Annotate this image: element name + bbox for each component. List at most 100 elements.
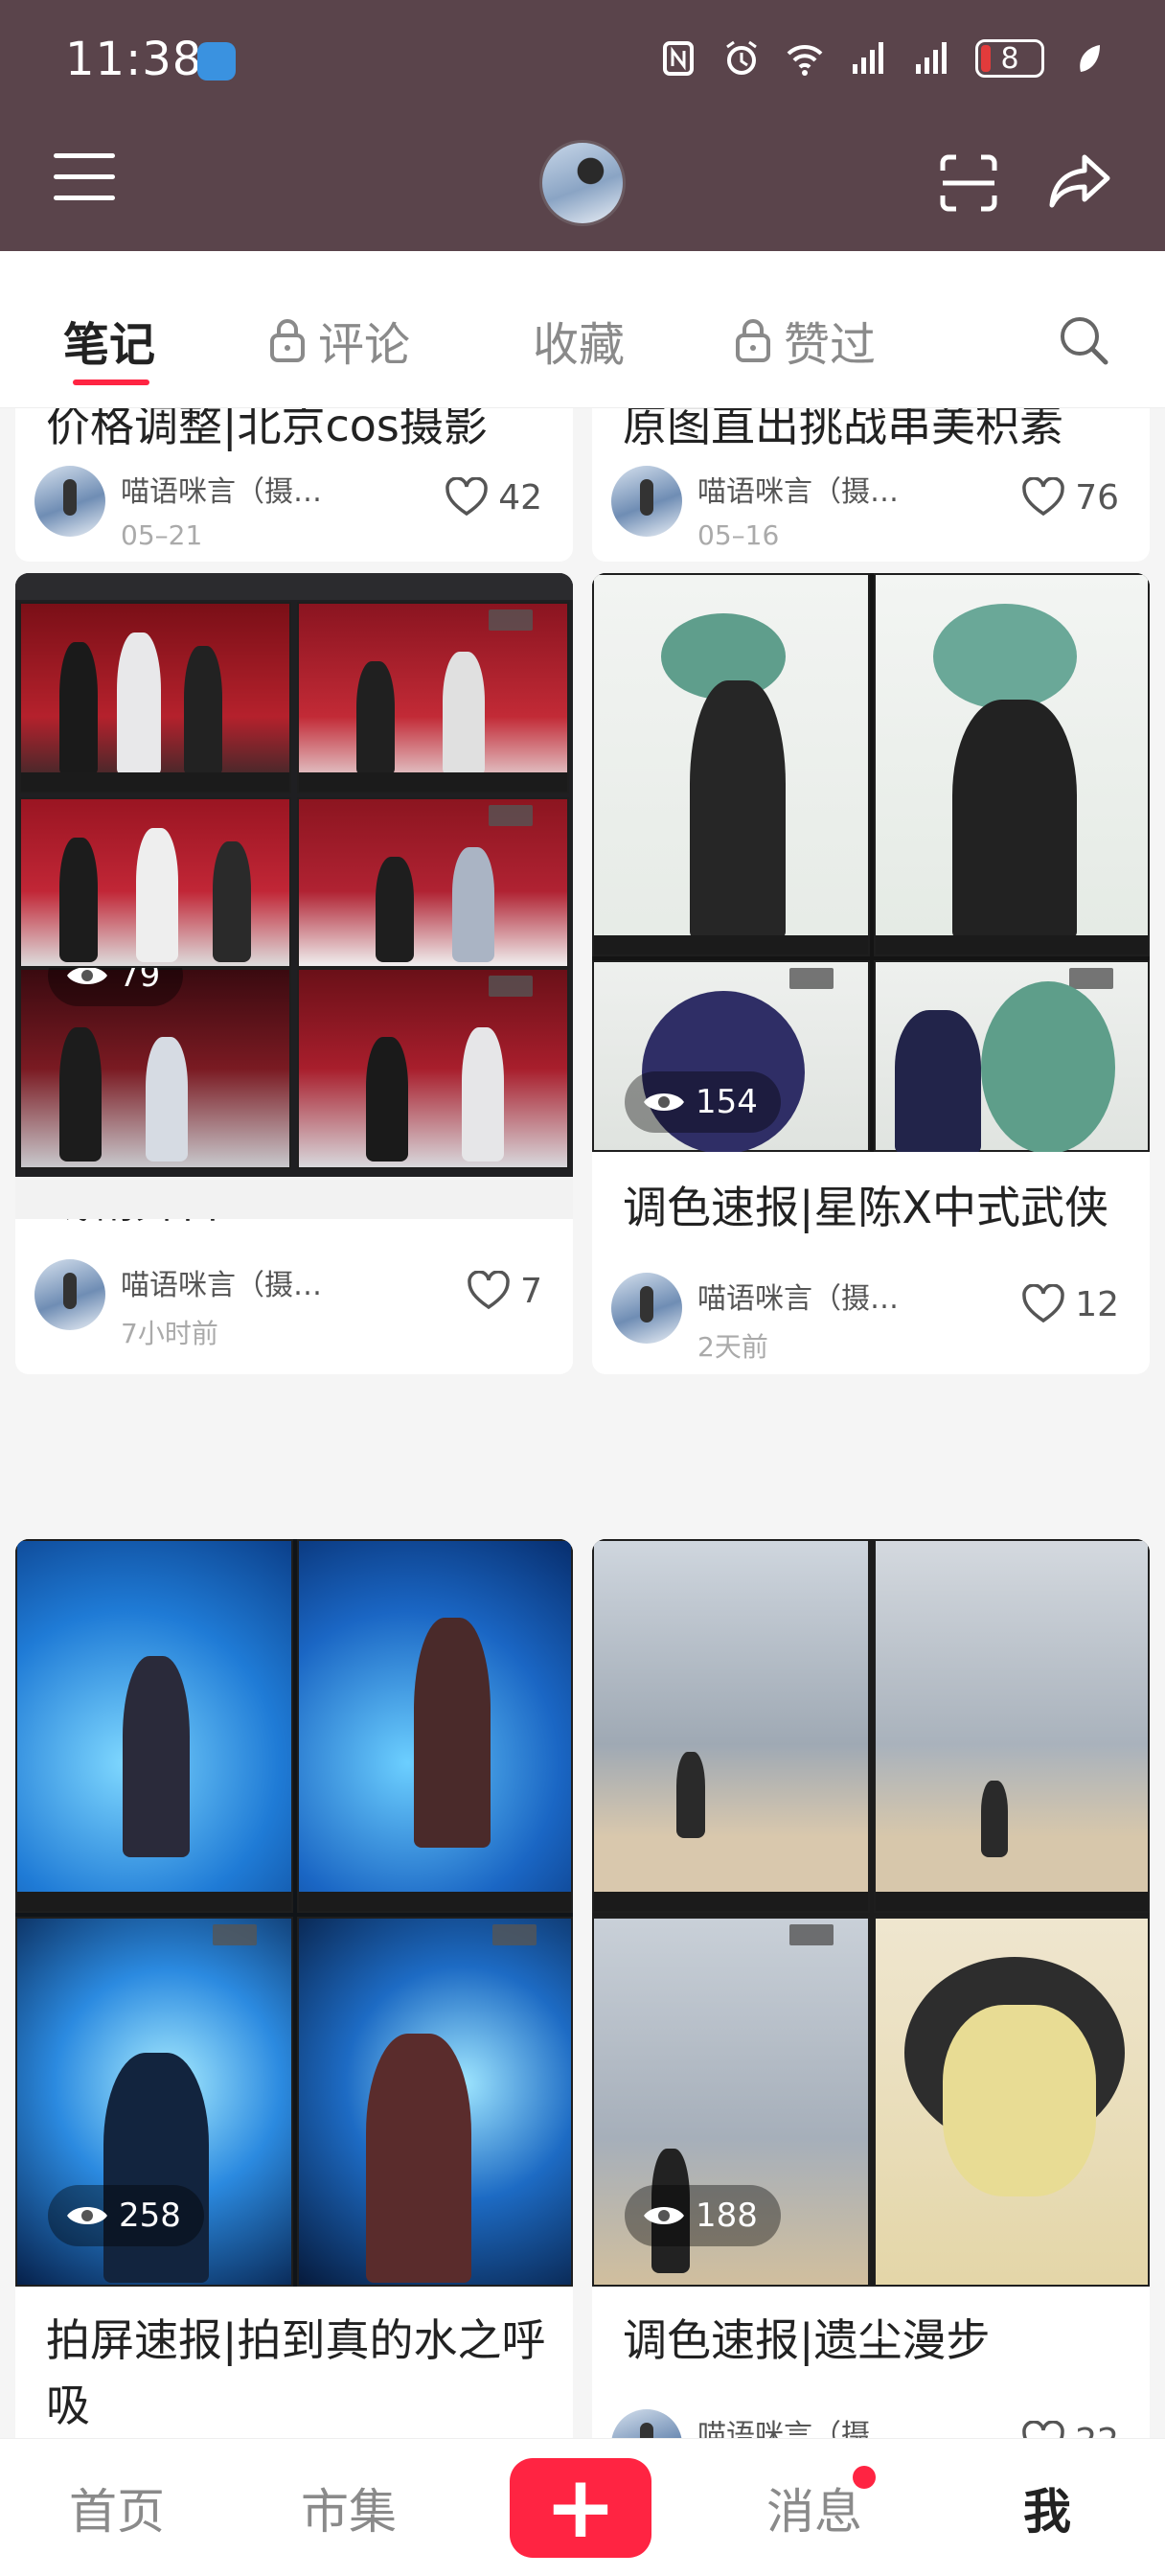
heart-icon <box>1022 477 1064 517</box>
note-card[interactable]: 188 调色速报|遗尘漫步 喵语咪言（摄… 22 <box>592 1539 1150 2438</box>
header-avatar[interactable] <box>539 140 626 226</box>
eye-icon <box>644 1093 684 1111</box>
heart-icon <box>468 1271 510 1310</box>
author-name: 喵语咪言（摄… <box>697 1282 899 1316</box>
eye-icon <box>67 968 107 984</box>
note-author[interactable]: 喵语咪言（摄… 05–16 <box>611 466 899 551</box>
message-badge <box>853 2466 876 2489</box>
note-card-cover[interactable] <box>15 573 573 968</box>
tab-liked-label: 赞过 <box>784 318 877 372</box>
battery-level: 8 <box>1000 41 1019 76</box>
tab-favorites[interactable]: 收藏 <box>533 307 625 374</box>
profile-header: 11:38 8 <box>0 0 1165 251</box>
tab-notes[interactable]: 笔记 <box>63 307 155 374</box>
nav-market[interactable]: 市集 <box>301 2473 397 2542</box>
nfc-icon <box>663 41 694 76</box>
eye-icon <box>644 2207 684 2224</box>
like-button[interactable]: 76 <box>1021 477 1119 518</box>
note-card[interactable]: 154 调色速报|星陈X中式武侠 喵语咪言（摄… 2天前 12 <box>592 573 1150 1374</box>
like-button[interactable]: 12 <box>1021 1284 1119 1324</box>
signal-icon-2 <box>916 42 947 74</box>
heart-icon <box>1022 1284 1064 1323</box>
leaf-icon <box>1080 45 1100 72</box>
alarm-icon <box>726 40 757 75</box>
tab-liked[interactable]: 赞过 <box>734 307 876 374</box>
profile-screen: 11:38 8 笔记 评论 收藏 赞过 价格调整|北京cos摄影 喵语咪言（摄…… <box>0 0 1165 2576</box>
view-count: 79 <box>119 968 161 995</box>
view-count-badge: 79 <box>48 968 184 1006</box>
avatar <box>611 466 682 537</box>
author-name: 喵语咪言（摄… <box>697 475 899 509</box>
nav-home[interactable]: 首页 <box>69 2473 165 2542</box>
note-card-info[interactable]: 调色速报|Ave mujika的戏剧舞台 喵语咪言（摄… 7小时前 7 <box>15 1219 573 1374</box>
lock-icon <box>736 319 770 362</box>
status-time: 11:38 <box>65 33 203 86</box>
like-count: 22 <box>1075 2422 1119 2439</box>
avatar <box>34 466 105 537</box>
note-author[interactable]: 喵语咪言（摄… 2天前 <box>611 1273 899 1365</box>
tab-favorites-label: 收藏 <box>533 318 626 372</box>
author-name: 喵语咪言（摄… <box>121 1269 322 1302</box>
eye-icon <box>67 2207 107 2224</box>
note-date: 05–21 <box>121 519 203 551</box>
avatar <box>611 1273 682 1344</box>
note-date: 7小时前 <box>121 1318 218 1349</box>
lock-icon <box>270 319 305 362</box>
view-count: 188 <box>696 2196 758 2235</box>
note-author[interactable]: 喵语咪言（摄… 05–21 <box>34 466 322 551</box>
view-count: 154 <box>696 1083 758 1121</box>
note-title: 调色速报|星陈X中式武侠 <box>623 1182 1109 1233</box>
signal-icon <box>853 42 883 74</box>
like-count: 7 <box>520 1271 542 1311</box>
plus-icon: + <box>544 2457 617 2558</box>
note-card[interactable]: 原图直出挑战串美积素 喵语咪言（摄… 05–16 76 <box>592 408 1150 562</box>
note-card[interactable]: 258 拍屏速报|拍到真的水之呼吸 <box>15 1539 573 2438</box>
menu-icon[interactable] <box>54 153 115 201</box>
note-title: 价格调整|北京cos摄影 <box>46 408 488 451</box>
status-icons: 8 <box>659 34 1108 82</box>
note-title: 原图直出挑战串美积素 <box>623 408 1063 451</box>
profile-tabs: 笔记 评论 收藏 赞过 <box>0 251 1165 408</box>
heart-icon <box>1022 2421 1064 2438</box>
like-button[interactable]: 42 <box>445 477 542 518</box>
note-card[interactable]: 价格调整|北京cos摄影 喵语咪言（摄… 05–21 42 <box>15 408 573 562</box>
share-icon[interactable] <box>1048 151 1111 211</box>
wifi-icon <box>787 44 823 76</box>
like-count: 42 <box>498 477 542 518</box>
scan-icon[interactable] <box>939 153 998 213</box>
cover-screenshot-lower <box>15 968 573 1225</box>
search-icon[interactable] <box>1058 314 1109 366</box>
notes-feed[interactable]: 价格调整|北京cos摄影 喵语咪言（摄… 05–21 42 原图直出挑战串美积素… <box>0 408 1165 2438</box>
app-notification-icon <box>197 42 236 80</box>
like-count: 12 <box>1075 1284 1119 1324</box>
battery-indicator: 8 <box>975 39 1044 78</box>
note-title: 调色速报|遗尘漫步 <box>623 2314 991 2366</box>
note-author[interactable]: 喵语咪言（摄… <box>611 2409 899 2438</box>
note-cover-image <box>15 1539 573 2287</box>
author-name: 喵语咪言（摄… <box>121 475 322 509</box>
view-count-badge: 154 <box>625 1071 781 1133</box>
heart-icon <box>445 477 488 517</box>
note-date: 05–16 <box>697 519 780 551</box>
nav-me[interactable]: 我 <box>1023 2473 1071 2542</box>
cover-screenshot <box>15 573 573 968</box>
tab-comments-label: 评论 <box>318 318 411 372</box>
view-count: 258 <box>119 2196 181 2235</box>
view-count-badge: 188 <box>625 2185 781 2246</box>
like-button[interactable]: 7 <box>467 1271 542 1311</box>
author-name: 喵语咪言（摄… <box>697 2419 899 2438</box>
view-count-badge: 258 <box>48 2185 204 2246</box>
note-cover-image <box>592 1539 1150 2287</box>
tab-notes-label: 笔记 <box>63 318 156 372</box>
note-title: 调色速报|Ave mujika的戏剧舞台 <box>46 1219 554 1234</box>
note-date: 2天前 <box>697 1331 768 1363</box>
nav-messages[interactable]: 消息 <box>766 2473 862 2542</box>
avatar <box>611 2409 682 2438</box>
add-note-button[interactable]: + <box>510 2458 651 2558</box>
active-tab-indicator <box>73 380 149 385</box>
like-count: 76 <box>1075 477 1119 518</box>
tab-comments[interactable]: 评论 <box>268 307 410 374</box>
avatar <box>34 1259 105 1330</box>
note-author[interactable]: 喵语咪言（摄… 7小时前 <box>34 1259 322 1351</box>
like-button[interactable]: 22 <box>1021 2421 1119 2438</box>
